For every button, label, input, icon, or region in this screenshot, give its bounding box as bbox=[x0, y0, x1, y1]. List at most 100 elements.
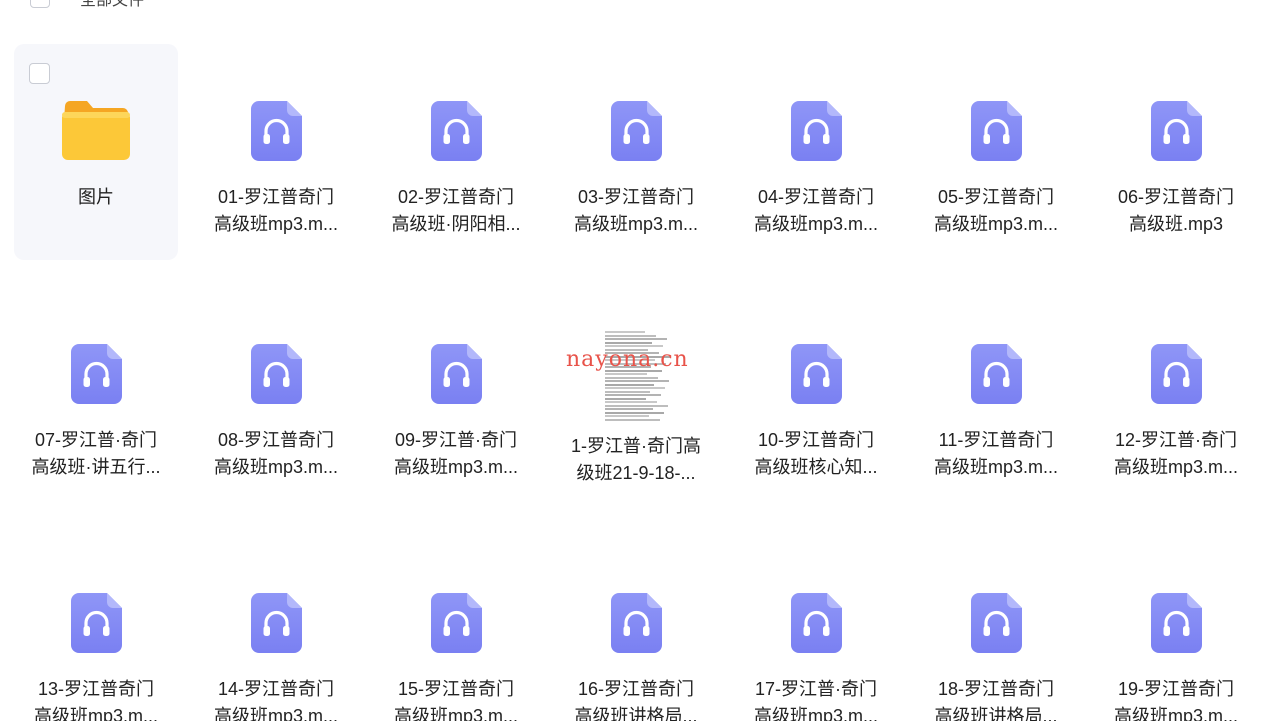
audio-thumbnail bbox=[1141, 343, 1211, 405]
audio-file-item[interactable]: 05-罗江普奇门 高级班mp3.m... bbox=[914, 44, 1078, 260]
file-name: 09-罗江普·奇门 高级班mp3.m... bbox=[374, 427, 538, 481]
file-name-line-2: 高级班.mp3 bbox=[1128, 214, 1224, 234]
file-name-line-2: 高级班·阴阳相... bbox=[391, 214, 521, 234]
document-text-line bbox=[605, 376, 658, 379]
file-name-line-1: 10-罗江普奇门 bbox=[757, 430, 874, 450]
audio-thumbnail bbox=[961, 100, 1031, 162]
file-name-line-1: 15-罗江普奇门 bbox=[397, 679, 514, 699]
audio-file-item[interactable]: 02-罗江普奇门 高级班·阴阳相... bbox=[374, 44, 538, 260]
audio-file-icon bbox=[70, 593, 122, 653]
file-name-line-1: 14-罗江普奇门 bbox=[217, 679, 334, 699]
select-all-bar: 全部文件 bbox=[30, 0, 145, 9]
file-name: 04-罗江普奇门 高级班mp3.m... bbox=[734, 184, 898, 238]
audio-file-item[interactable]: 08-罗江普奇门 高级班mp3.m... bbox=[194, 287, 358, 503]
audio-file-icon bbox=[790, 593, 842, 653]
file-name-line-1: 13-罗江普奇门 bbox=[37, 679, 154, 699]
audio-thumbnail bbox=[421, 100, 491, 162]
audio-file-item[interactable]: 15-罗江普奇门 高级班mp3.m... bbox=[374, 536, 538, 721]
file-name-line-1: 19-罗江普奇门 bbox=[1117, 679, 1234, 699]
file-name-line-2: 高级班mp3.m... bbox=[933, 457, 1058, 477]
audio-file-item[interactable]: 18-罗江普奇门 高级班讲格局... bbox=[914, 536, 1078, 721]
file-name-line-1: 12-罗江普·奇门 bbox=[1114, 430, 1237, 450]
document-text-line bbox=[605, 397, 646, 400]
file-name-line-2: 高级班mp3.m... bbox=[393, 457, 518, 477]
audio-file-icon bbox=[70, 344, 122, 404]
file-name-line-1: 1-罗江普·奇门高 bbox=[571, 436, 701, 456]
audio-file-item[interactable]: 04-罗江普奇门 高级班mp3.m... bbox=[734, 44, 898, 260]
select-all-checkbox[interactable] bbox=[30, 0, 50, 8]
file-name: 07-罗江普·奇门 高级班·讲五行... bbox=[14, 427, 178, 481]
audio-thumbnail bbox=[781, 592, 851, 654]
audio-file-icon bbox=[250, 101, 302, 161]
document-text-line bbox=[605, 373, 647, 375]
audio-file-item[interactable]: 06-罗江普奇门 高级班.mp3 bbox=[1094, 44, 1258, 260]
audio-file-icon bbox=[1150, 101, 1202, 161]
audio-thumbnail bbox=[601, 100, 671, 162]
folder-icon bbox=[62, 101, 130, 160]
document-text-line bbox=[605, 408, 653, 410]
file-name-line-1: 07-罗江普·奇门 bbox=[34, 430, 157, 450]
file-name: 11-罗江普奇门 高级班mp3.m... bbox=[914, 427, 1078, 481]
document-text-line bbox=[605, 338, 667, 340]
audio-file-icon bbox=[790, 101, 842, 161]
audio-file-item[interactable]: 17-罗江普·奇门 高级班mp3.m... bbox=[734, 536, 898, 721]
audio-file-item[interactable]: 12-罗江普·奇门 高级班mp3.m... bbox=[1094, 287, 1258, 503]
file-name-line-2: 高级班mp3.m... bbox=[213, 706, 338, 721]
audio-file-icon bbox=[610, 593, 662, 653]
audio-thumbnail bbox=[781, 343, 851, 405]
audio-thumbnail bbox=[421, 343, 491, 405]
file-name-line-1: 16-罗江普奇门 bbox=[577, 679, 694, 699]
document-text-line bbox=[605, 401, 657, 403]
file-name: 12-罗江普·奇门 高级班mp3.m... bbox=[1094, 427, 1258, 481]
file-name: 03-罗江普奇门 高级班mp3.m... bbox=[554, 184, 718, 238]
audio-file-item[interactable]: 14-罗江普奇门高级班mp3.m... bbox=[194, 536, 358, 721]
file-name-line-2: 高级班mp3.m... bbox=[1113, 706, 1238, 721]
audio-file-icon bbox=[250, 593, 302, 653]
document-text-line bbox=[605, 387, 665, 389]
audio-thumbnail bbox=[241, 343, 311, 405]
document-text-line bbox=[605, 341, 652, 344]
audio-file-icon bbox=[430, 593, 482, 653]
file-name-line-2: 高级班mp3.m... bbox=[1113, 457, 1238, 477]
audio-file-item[interactable]: 01-罗江普奇门 高级班mp3.m... bbox=[194, 44, 358, 260]
file-name-line-1: 01-罗江普奇门 bbox=[217, 187, 334, 207]
file-name-line-1: 图片 bbox=[78, 187, 114, 207]
audio-thumbnail bbox=[781, 100, 851, 162]
audio-thumbnail bbox=[241, 592, 311, 654]
audio-thumbnail bbox=[601, 592, 671, 654]
file-name: 14-罗江普奇门高级班mp3.m... bbox=[194, 676, 358, 721]
document-item[interactable]: 1-罗江普·奇门高 级班21-9-18-... bbox=[554, 287, 718, 503]
audio-file-item[interactable]: 07-罗江普·奇门 高级班·讲五行... bbox=[14, 287, 178, 503]
file-name-line-1: 02-罗江普奇门 bbox=[397, 187, 514, 207]
audio-thumbnail bbox=[961, 343, 1031, 405]
document-text-line bbox=[605, 334, 656, 337]
audio-file-item[interactable]: 13-罗江普奇门 高级班mp3.m... bbox=[14, 536, 178, 721]
audio-file-item[interactable]: 11-罗江普奇门 高级班mp3.m... bbox=[914, 287, 1078, 503]
folder-item[interactable]: 图片 bbox=[14, 44, 178, 260]
file-name-line-2: 高级班讲格局... bbox=[934, 706, 1058, 721]
document-text-line bbox=[605, 331, 645, 333]
file-name: 图片 bbox=[14, 184, 178, 211]
audio-file-icon bbox=[970, 593, 1022, 653]
audio-file-item[interactable]: 19-罗江普奇门高级班mp3.m... bbox=[1094, 536, 1258, 721]
audio-file-icon bbox=[250, 344, 302, 404]
file-name-line-2: 高级班mp3.m... bbox=[573, 214, 698, 234]
file-name-line-1: 08-罗江普奇门 bbox=[217, 430, 334, 450]
audio-file-icon bbox=[430, 344, 482, 404]
file-name: 1-罗江普·奇门高 级班21-9-18-... bbox=[554, 433, 718, 487]
audio-file-icon bbox=[790, 344, 842, 404]
file-name-line-1: 09-罗江普·奇门 bbox=[394, 430, 517, 450]
file-name-line-2: 高级班mp3.m... bbox=[753, 214, 878, 234]
audio-file-item[interactable]: 09-罗江普·奇门 高级班mp3.m... bbox=[374, 287, 538, 503]
document-text-line bbox=[605, 411, 664, 414]
audio-file-item[interactable]: 03-罗江普奇门 高级班mp3.m... bbox=[554, 44, 718, 260]
select-all-label: 全部文件 bbox=[80, 0, 145, 9]
file-name-line-1: 11-罗江普奇门 bbox=[938, 430, 1054, 450]
audio-file-item[interactable]: 10-罗江普奇门 高级班核心知... bbox=[734, 287, 898, 503]
item-checkbox[interactable] bbox=[29, 63, 50, 84]
file-name: 16-罗江普奇门 高级班讲格局... bbox=[554, 676, 718, 721]
watermark-text: nayona.cn bbox=[566, 347, 689, 372]
audio-thumbnail bbox=[421, 592, 491, 654]
audio-file-item[interactable]: 16-罗江普奇门 高级班讲格局... bbox=[554, 536, 718, 721]
file-name: 02-罗江普奇门 高级班·阴阳相... bbox=[374, 184, 538, 238]
